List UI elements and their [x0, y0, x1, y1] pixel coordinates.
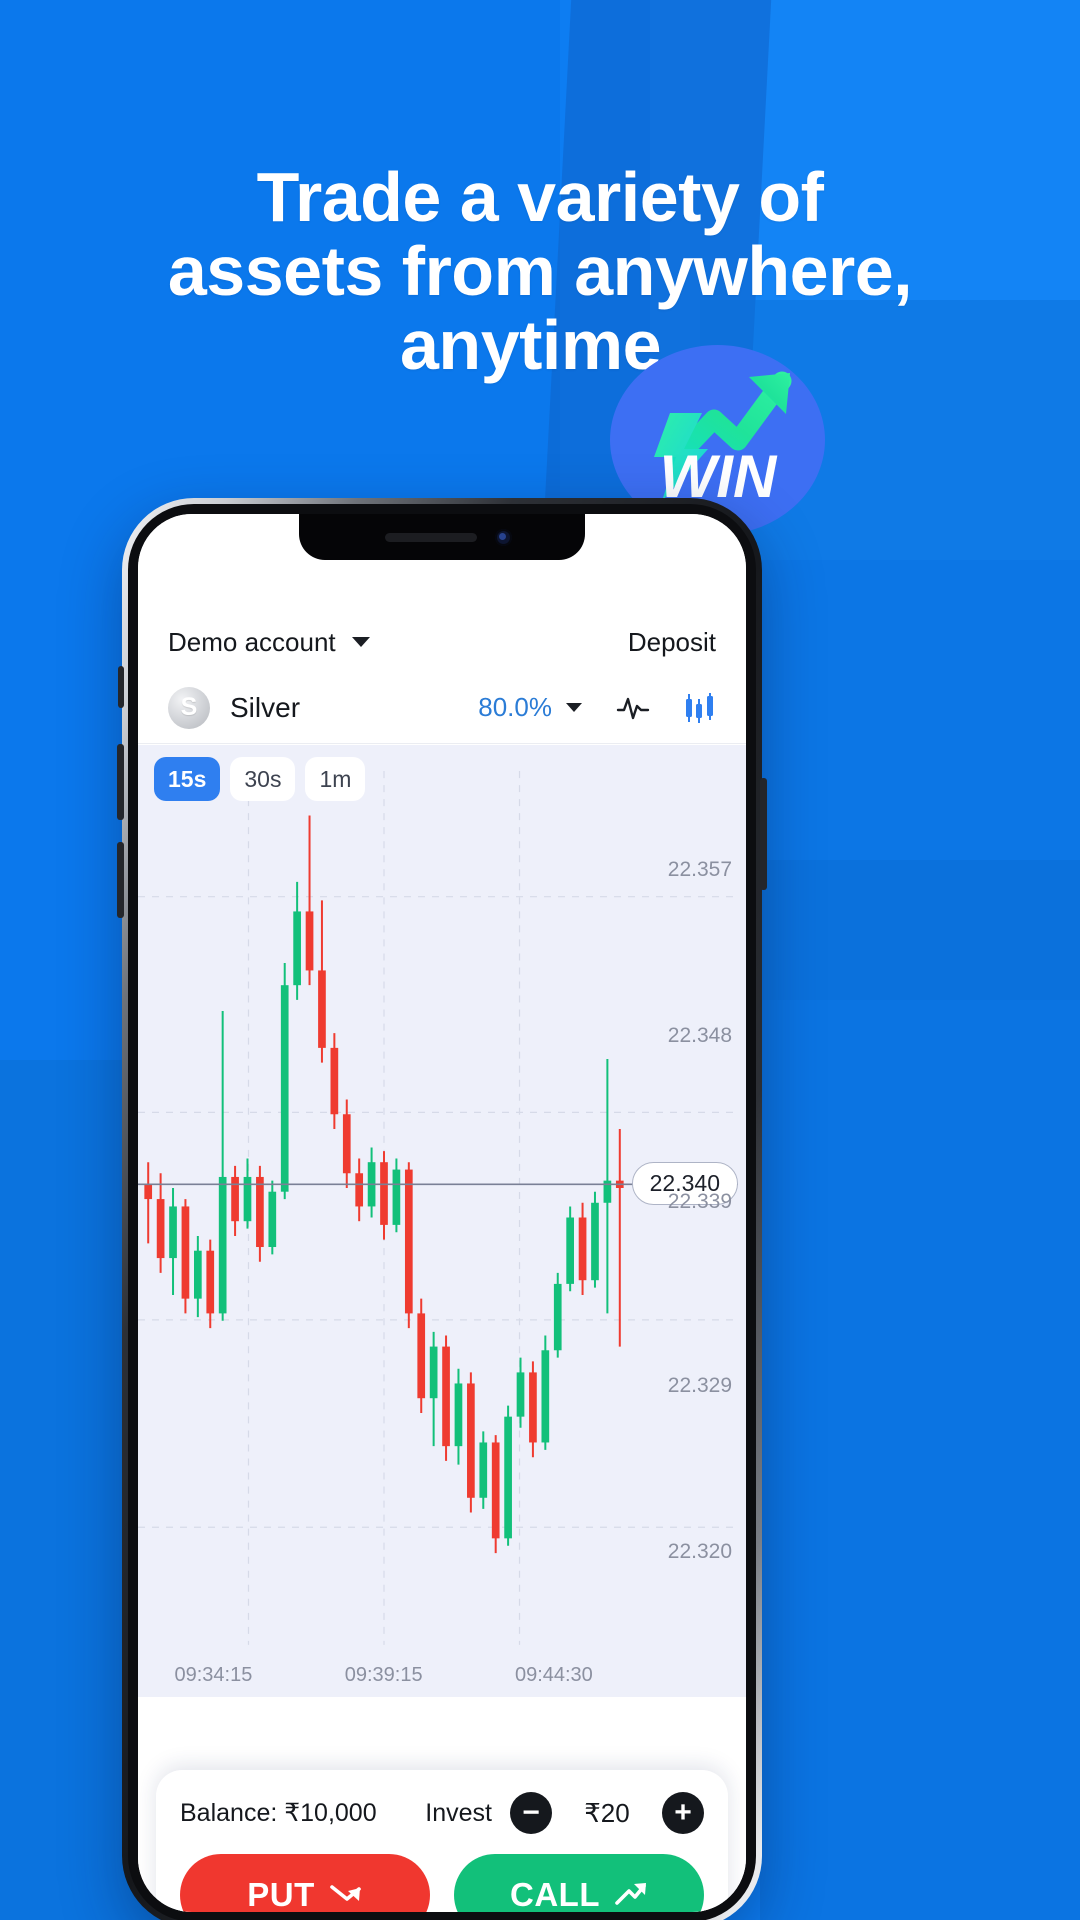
minus-circle-icon[interactable]: − — [510, 1792, 552, 1834]
phone-notch — [299, 514, 585, 560]
trade-panel: Balance: ₹10,000 Invest − ₹20 + PUT CALL — [156, 1770, 728, 1912]
front-camera — [495, 529, 512, 546]
arrow-down-right-icon — [329, 1885, 361, 1901]
pulse-line-icon[interactable] — [616, 691, 650, 725]
asset-bar: S Silver 80.0% — [138, 672, 746, 744]
price-tick-label: 22.339 — [667, 1189, 732, 1213]
volume-down-button[interactable] — [117, 842, 124, 918]
price-tick-label: 22.320 — [667, 1540, 732, 1564]
asset-name[interactable]: Silver — [230, 692, 300, 724]
headline-line-3: anytime. — [400, 306, 681, 384]
timeframe-15s[interactable]: 15s — [154, 757, 221, 801]
call-label: CALL — [510, 1876, 600, 1912]
headline-line-1: Trade a variety of — [256, 158, 824, 236]
timeframe-30s[interactable]: 30s — [230, 757, 296, 801]
balance-label: Balance: ₹10,000 — [180, 1799, 377, 1827]
trading-app: Demo account Deposit S Silver 80.0% 15s … — [138, 514, 746, 1912]
trade-panel-top: Balance: ₹10,000 Invest − ₹20 + — [180, 1792, 704, 1834]
candlestick-icon[interactable] — [684, 691, 716, 725]
candlestick-canvas — [138, 771, 738, 1645]
price-tick-label: 22.348 — [667, 1023, 732, 1047]
timeframe-selector: 15s 30s 1m — [154, 757, 366, 801]
invest-label: Invest — [425, 1798, 492, 1827]
time-tick-label: 09:34:15 — [174, 1664, 253, 1686]
banner-headline: Trade a variety of assets from anywhere,… — [0, 160, 1080, 382]
volume-up-button[interactable] — [117, 744, 124, 820]
invest-stepper: Invest − ₹20 + — [425, 1792, 704, 1834]
invest-amount[interactable]: ₹20 — [570, 1798, 644, 1829]
trade-action-buttons: PUT CALL — [180, 1854, 704, 1912]
price-chart[interactable]: 15s 30s 1m 22.357 22.348 22.340 22.339 22.32… — [138, 745, 746, 1697]
chevron-down-icon — [351, 637, 370, 647]
price-tick-label: 22.329 — [667, 1374, 732, 1398]
account-label: Demo account — [168, 626, 336, 657]
arrow-up-right-icon — [615, 1883, 646, 1905]
headline-line-2: assets from anywhere, — [167, 232, 913, 310]
phone-mockup: Demo account Deposit S Silver 80.0% 15s … — [117, 498, 767, 1920]
call-button[interactable]: CALL — [454, 1854, 704, 1912]
plus-circle-icon[interactable]: + — [662, 1792, 704, 1834]
silver-coin-icon: S — [168, 686, 210, 729]
put-label: PUT — [247, 1876, 315, 1912]
account-selector[interactable]: Demo account — [168, 627, 370, 658]
payout-chevron-down-icon[interactable] — [566, 703, 582, 712]
price-tick-label: 22.357 — [667, 857, 732, 881]
payout-percent: 80.0% — [478, 692, 552, 722]
app-header: Demo account Deposit — [138, 614, 746, 670]
time-tick-label: 09:44:30 — [514, 1664, 593, 1686]
earpiece-speaker — [385, 533, 477, 542]
time-tick-label: 09:39:15 — [344, 1664, 423, 1686]
put-button[interactable]: PUT — [180, 1854, 430, 1912]
deposit-button[interactable]: Deposit — [628, 627, 716, 658]
bg-shape-bottom-right — [760, 860, 1080, 1920]
phone-screen: Demo account Deposit S Silver 80.0% 15s … — [138, 514, 746, 1912]
power-button[interactable] — [760, 778, 767, 890]
timeframe-1m[interactable]: 1m — [305, 757, 366, 801]
mute-switch[interactable] — [118, 666, 124, 708]
